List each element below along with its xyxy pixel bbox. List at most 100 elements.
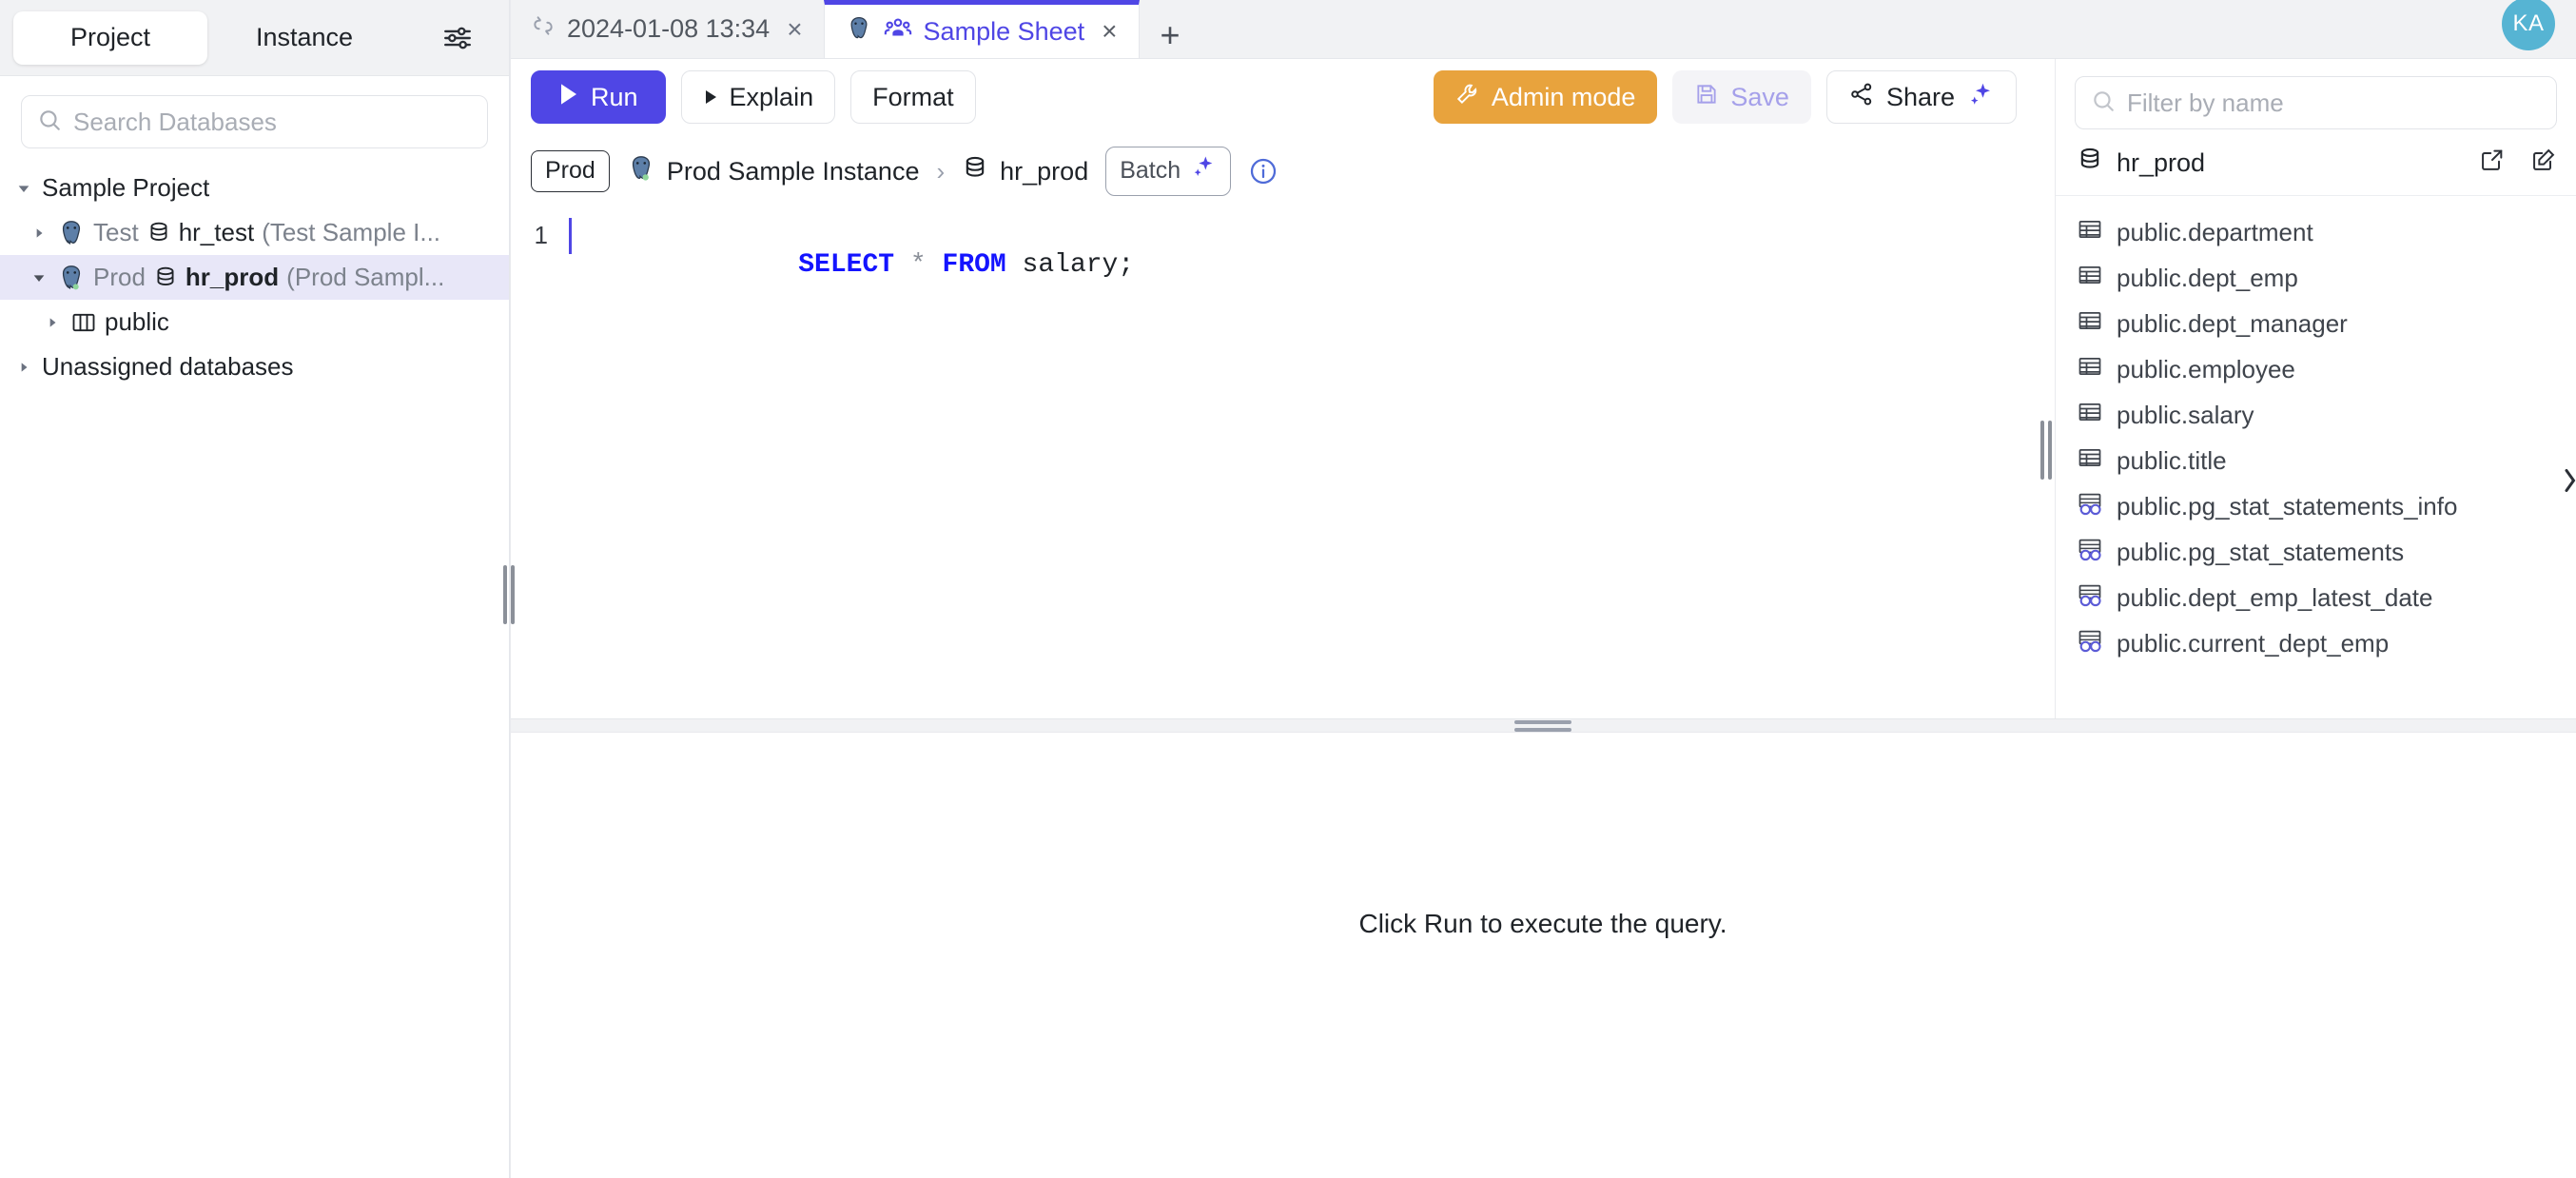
schema-object-name: public.salary — [2117, 400, 2254, 429]
search-icon — [37, 108, 62, 137]
tree-item-database-name: hr_prod — [185, 263, 280, 291]
sql-keyword-from: FROM — [942, 250, 1006, 280]
floppy-disk-icon — [1694, 82, 1719, 113]
tree-item-hr-test[interactable]: Test hr_test (Test Sample I... — [0, 210, 509, 255]
list-item[interactable]: public.salary — [2056, 392, 2576, 438]
chevron-right-icon[interactable] — [42, 312, 63, 333]
table-icon — [2077, 353, 2103, 386]
schema-panel-resize-handle[interactable] — [2038, 59, 2055, 718]
share-button-label: Share — [1885, 82, 1955, 111]
results-resize-handle[interactable] — [510, 718, 2576, 732]
database-breadcrumb[interactable]: hr_prod — [962, 155, 1088, 188]
search-icon — [2091, 88, 2116, 118]
tree-item-label: Sample Project — [42, 173, 210, 202]
batch-label: Batch — [1120, 157, 1181, 185]
schema-filter-container — [2056, 59, 2576, 141]
postgres-elephant-icon — [57, 219, 86, 247]
schema-object-name: public.employee — [2117, 354, 2295, 383]
edit-icon[interactable] — [2530, 147, 2557, 180]
share-button[interactable]: Share — [1825, 70, 2017, 124]
schema-object-list: public.department public.dept_emp public… — [2056, 196, 2576, 666]
sql-star: * — [909, 250, 927, 280]
list-item[interactable]: public.dept_manager — [2056, 301, 2576, 346]
editor-tab-history[interactable]: 2024-01-08 13:34 × — [510, 0, 824, 58]
table-icon — [2077, 399, 2103, 432]
database-icon — [962, 155, 988, 188]
schema-database-header: hr_prod — [2056, 141, 2576, 196]
info-icon[interactable] — [1248, 156, 1278, 187]
breadcrumb-separator: › — [936, 156, 946, 186]
database-tree: Sample Project Test hr_test (Test Sample… — [0, 158, 509, 389]
admin-mode-label: Admin mode — [1491, 82, 1636, 111]
explain-button-label: Explain — [729, 82, 814, 111]
schema-object-name: public.pg_stat_statements_info — [2117, 491, 2458, 520]
code-line: 1 SELECT * FROM salary; — [510, 218, 2038, 309]
chevron-down-icon[interactable] — [29, 267, 49, 288]
new-tab-button[interactable]: + — [1140, 18, 1201, 58]
schema-object-name: public.dept_emp_latest_date — [2117, 582, 2433, 612]
view-icon — [2077, 536, 2103, 569]
chevron-right-icon[interactable] — [29, 223, 49, 244]
tree-item-public-schema[interactable]: public — [0, 300, 509, 344]
left-sidebar: Project Instance Search Databases Sample… — [0, 0, 515, 1178]
list-item[interactable]: public.current_dept_emp — [2056, 620, 2576, 666]
collapse-panel-chevron-icon[interactable] — [2561, 466, 2576, 501]
share-nodes-icon — [1848, 81, 1875, 114]
explain-button[interactable]: Explain — [680, 70, 836, 124]
tree-item-unassigned-databases[interactable]: Unassigned databases — [0, 344, 509, 389]
instance-breadcrumb[interactable]: Prod Sample Instance — [627, 154, 920, 189]
search-databases-box[interactable] — [21, 95, 488, 148]
schema-filter-box[interactable] — [2075, 76, 2557, 129]
run-button[interactable]: Run — [531, 70, 666, 124]
list-item[interactable]: public.pg_stat_statements_info — [2056, 483, 2576, 529]
list-item[interactable]: public.dept_emp — [2056, 255, 2576, 301]
list-item[interactable]: public.employee — [2056, 346, 2576, 392]
database-icon — [2077, 147, 2103, 180]
postgres-elephant-icon — [627, 154, 655, 189]
editor-toolbar: Run Explain Format Admin mode Save Share — [510, 59, 2038, 135]
list-item[interactable]: public.dept_emp_latest_date — [2056, 575, 2576, 620]
environment-label: Prod — [545, 157, 595, 185]
tree-item-sample-project[interactable]: Sample Project — [0, 166, 509, 210]
table-icon — [2077, 444, 2103, 478]
batch-mode-button[interactable]: Batch — [1105, 147, 1232, 196]
code-content[interactable]: SELECT * FROM salary; — [569, 218, 1134, 309]
sidebar-tab-project[interactable]: Project — [13, 10, 207, 65]
database-icon — [146, 221, 171, 245]
tree-item-hr-prod[interactable]: Prod hr_prod (Prod Sampl... — [0, 255, 509, 300]
schema-object-name: public.pg_stat_statements — [2117, 537, 2405, 566]
sql-editor[interactable]: 1 SELECT * FROM salary; — [510, 207, 2038, 718]
tree-item-label: Unassigned databases — [42, 352, 294, 381]
avatar[interactable]: KA — [2502, 0, 2555, 50]
sidebar-tab-project-label: Project — [69, 23, 151, 51]
schema-filter-input[interactable] — [2127, 88, 2541, 118]
close-icon[interactable]: × — [1102, 18, 1117, 45]
list-item[interactable]: public.title — [2056, 438, 2576, 483]
database-icon — [153, 265, 178, 290]
sidebar-tab-instance-label: Instance — [255, 23, 354, 51]
editor-tab-sample-sheet[interactable]: Sample Sheet × — [823, 0, 1140, 58]
instance-label: Prod Sample Instance — [666, 156, 920, 186]
sidebar-resize-handle[interactable] — [502, 561, 516, 628]
editor-tab-sample-sheet-label: Sample Sheet — [923, 16, 1085, 46]
context-breadcrumb-bar: Prod Prod Sample Instance › hr_prod Batc… — [510, 135, 2038, 207]
list-item[interactable]: public.department — [2056, 209, 2576, 255]
tree-item-environment: Test — [93, 218, 139, 246]
close-icon[interactable]: × — [787, 15, 802, 43]
format-button[interactable]: Format — [850, 70, 976, 124]
save-button[interactable]: Save — [1672, 70, 1811, 124]
sidebar-tab-strip: Project Instance — [0, 0, 509, 76]
sliders-icon[interactable] — [435, 15, 480, 61]
app-root: Project Instance Search Databases Sample… — [0, 0, 2576, 1178]
list-item[interactable]: public.pg_stat_statements — [2056, 529, 2576, 575]
sidebar-tab-instance[interactable]: Instance — [207, 11, 401, 65]
chevron-right-icon[interactable] — [13, 357, 34, 378]
admin-mode-button[interactable]: Admin mode — [1433, 70, 1658, 124]
environment-chip[interactable]: Prod — [531, 150, 610, 192]
external-link-icon[interactable] — [2479, 147, 2506, 180]
chevron-down-icon[interactable] — [13, 178, 34, 199]
broken-link-icon — [531, 13, 556, 45]
main-area: 2024-01-08 13:34 × Sample Sheet × + KA R… — [510, 0, 2576, 1178]
search-databases-input[interactable] — [73, 107, 472, 137]
schema-object-name: public.title — [2117, 445, 2227, 475]
